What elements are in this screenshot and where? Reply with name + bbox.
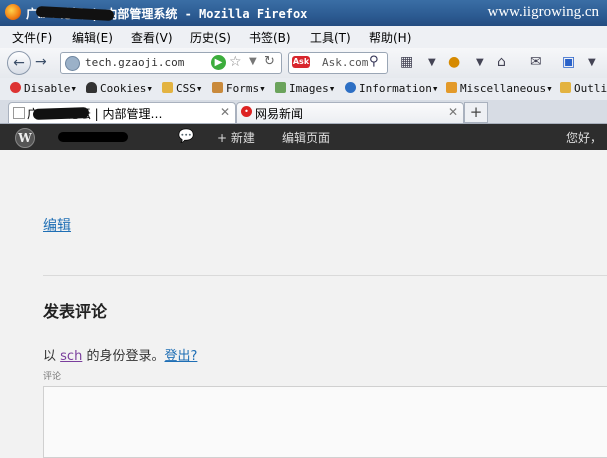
search-bar[interactable]: Ask Ask.com ⚲ [288,52,388,74]
menu-help[interactable]: 帮助(H) [369,29,411,46]
redaction-scribble [32,107,90,120]
outline-icon [560,82,571,93]
logout-link[interactable]: 登出? [164,349,197,364]
page-icon [13,107,25,119]
navigation-toolbar: ← → tech.gzaoji.com ▶ ☆ ▼ ↻ Ask Ask.com … [0,48,607,78]
comment-label: 评论 [43,372,62,382]
menu-tools[interactable]: 工具(T) [310,29,351,46]
logged-in-text: 以 sch 的身份登录。登出? [43,349,198,364]
forward-button[interactable]: → [35,54,47,70]
comment-heading: 发表评论 [43,302,108,321]
wordpress-logo-icon[interactable]: W [15,128,35,148]
toolbar-item-disable[interactable]: Disable▾ [10,82,77,95]
comments-icon[interactable]: 💬 [178,129,194,144]
edit-link[interactable]: 编辑 [43,215,71,235]
watermark-text: www.iigrowing.cn [487,4,599,20]
reload-icon[interactable]: ↻ [264,54,275,69]
new-content-button[interactable]: + 新建 [217,129,255,146]
addon-icon[interactable]: ● [448,54,460,70]
cookies-icon [86,82,97,93]
toolbar-item-cookies[interactable]: Cookies▾ [86,82,153,95]
menu-bar: 文件(F) 编辑(E) 查看(V) 历史(S) 书签(B) 工具(T) 帮助(H… [0,26,607,49]
close-tab-icon[interactable]: ✕ [220,105,230,119]
disable-icon [10,82,21,93]
plus-icon: + [217,131,231,145]
menu-history[interactable]: 历史(S) [190,29,231,46]
close-tab-icon[interactable]: ✕ [448,105,458,119]
tab-netease-news[interactable]: • 网易新闻 ✕ [236,102,464,123]
bookmarks-toolbar: Disable▾ Cookies▾ CSS▾ Forms▾ Images▾ In… [0,78,607,101]
divider [43,275,607,276]
screenshot-icon[interactable]: ▦ [400,54,413,70]
toolbar-item-outline[interactable]: Outli [560,82,607,95]
comment-textarea[interactable] [43,386,607,458]
greeting-text[interactable]: 您好， [566,129,602,146]
forms-icon [212,82,223,93]
edit-page-button[interactable]: 编辑页面 [282,129,330,146]
username-link[interactable]: sch [60,349,82,364]
tool-dropdown-icon[interactable]: ▼ [428,57,436,68]
tab-label: 网易新闻 [255,107,304,121]
back-button[interactable]: ← [7,51,31,75]
search-placeholder[interactable]: Ask.com [322,56,368,69]
forward-arrow-icon: → [35,54,47,70]
url-text[interactable]: tech.gzaoji.com [85,56,184,69]
information-icon [345,82,356,93]
ask-logo-icon[interactable]: Ask [292,56,310,68]
tab-bar: 广… …论坛 | 内部管理… ✕ • 网易新闻 ✕ + [0,100,607,124]
page-content: 编辑 发表评论 以 sch 的身份登录。登出? 评论 [0,150,607,458]
menu-edit[interactable]: 编辑(E) [72,29,113,46]
wp-admin-bar: W 💬 + 新建 编辑页面 您好， [0,124,607,150]
url-dropdown-icon[interactable]: ▼ [249,56,257,67]
toolbar-item-information[interactable]: Information▾ [345,82,438,95]
addon-dropdown-icon[interactable]: ▼ [476,57,484,68]
windows-icon[interactable]: ▣ [562,54,575,70]
overflow-dropdown-icon[interactable]: ▼ [588,57,596,68]
netease-icon: • [241,106,252,117]
new-tab-button[interactable]: + [464,102,488,123]
go-icon[interactable]: ▶ [211,55,226,70]
home-icon[interactable]: ⌂ [497,54,506,70]
back-arrow-icon: ← [13,55,25,71]
toolbar-item-css[interactable]: CSS▾ [162,82,203,95]
mail-icon[interactable]: ✉ [530,54,542,70]
toolbar-item-miscellaneous[interactable]: Miscellaneous▾ [446,82,553,95]
tab-active[interactable]: 广… …论坛 | 内部管理… ✕ [8,102,236,123]
toolbar-item-images[interactable]: Images▾ [275,82,335,95]
globe-icon [65,56,80,71]
menu-bookmarks[interactable]: 书签(B) [249,29,291,46]
redaction-scribble [58,132,128,142]
toolbar-item-forms[interactable]: Forms▾ [212,82,266,95]
search-icon[interactable]: ⚲ [369,54,379,69]
firefox-logo-icon [5,4,21,20]
url-bar[interactable]: tech.gzaoji.com ▶ ☆ ▼ ↻ [60,52,282,74]
menu-view[interactable]: 查看(V) [131,29,173,46]
bookmark-star-icon[interactable]: ☆ [229,54,242,70]
menu-file[interactable]: 文件(F) [12,29,52,46]
window-title-bar: 广… …论坛 | 内部管理系统 - Mozilla Firefox www.ii… [0,0,607,26]
images-icon [275,82,286,93]
css-icon [162,82,173,93]
miscellaneous-icon [446,82,457,93]
